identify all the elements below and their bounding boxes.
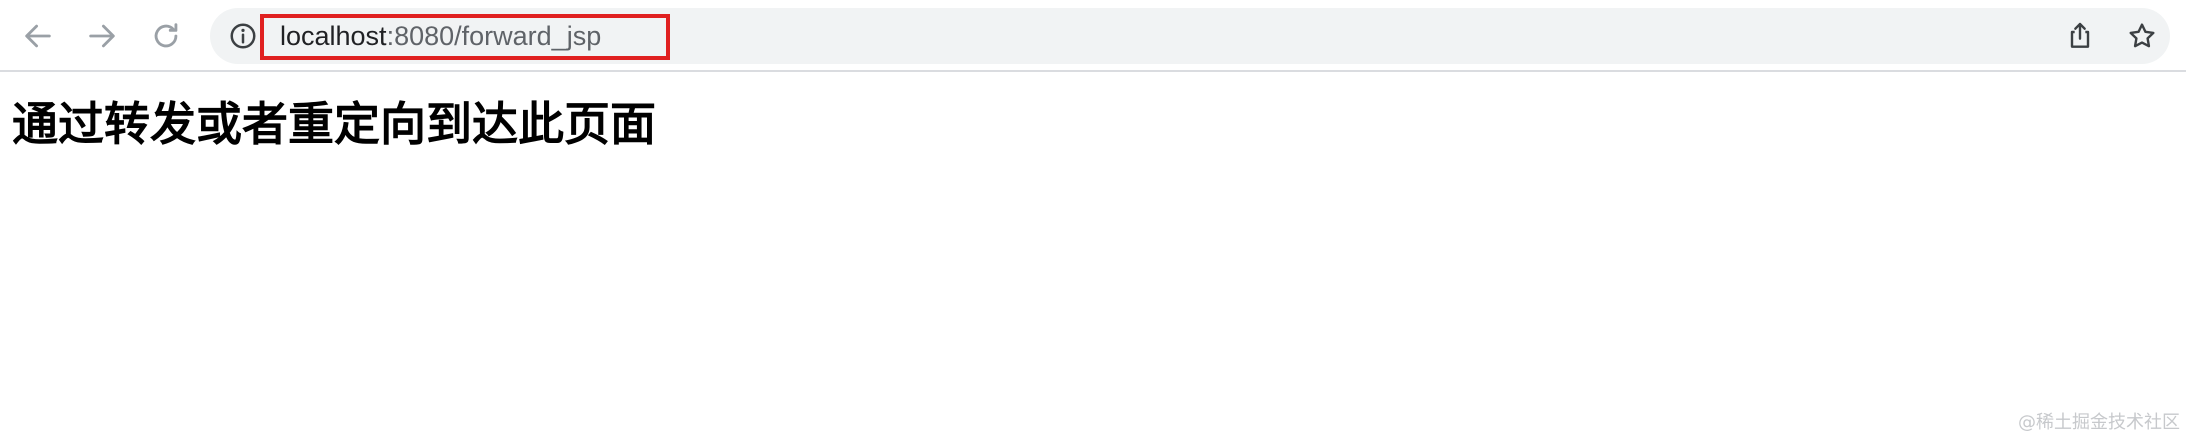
- reload-icon: [154, 23, 178, 48]
- star-icon: [2129, 23, 2155, 48]
- forward-arrow-icon: [89, 24, 115, 48]
- share-icon: [2070, 22, 2090, 48]
- back-button[interactable]: [14, 12, 62, 60]
- info-icon: [230, 23, 256, 49]
- address-bar[interactable]: localhost:8080/forward_jsp: [210, 8, 2170, 64]
- browser-toolbar: localhost:8080/forward_jsp: [0, 0, 2186, 72]
- bookmark-button[interactable]: [2124, 18, 2160, 54]
- site-info-button[interactable]: [228, 21, 258, 51]
- share-button[interactable]: [2062, 18, 2098, 54]
- page-heading: 通过转发或者重定向到达此页面: [12, 97, 656, 151]
- reload-button[interactable]: [142, 12, 190, 60]
- url-highlight-box: [260, 14, 670, 60]
- back-arrow-icon: [25, 24, 51, 48]
- watermark: @稀土掘金技术社区: [2018, 412, 2180, 433]
- forward-button[interactable]: [78, 12, 126, 60]
